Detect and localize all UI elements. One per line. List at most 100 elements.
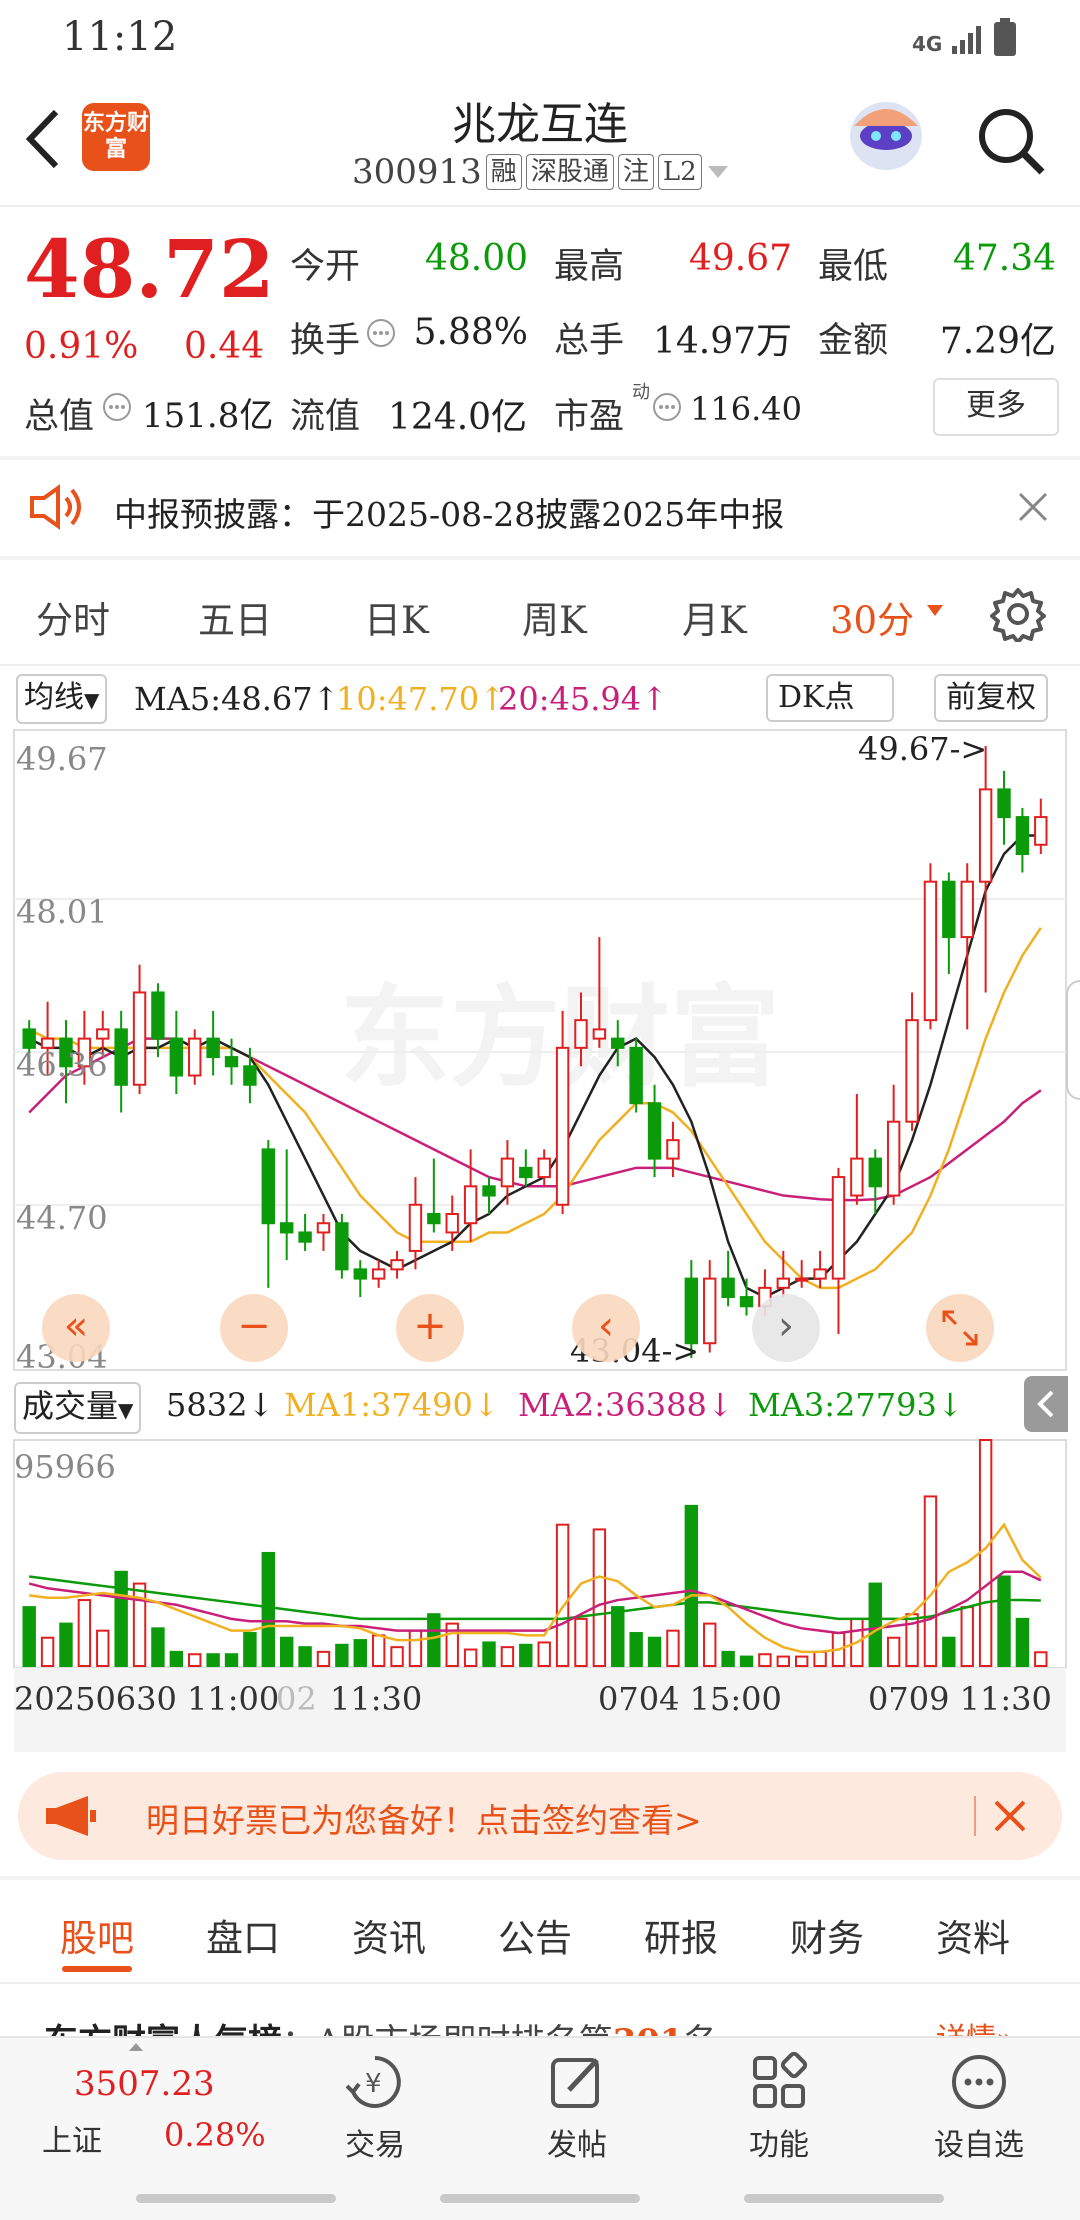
volume-ma3: MA3:27793↓ [748,1386,964,1424]
time-label: 0704 15:00 [598,1680,782,1718]
zoom-out-button[interactable]: − [220,1294,288,1362]
promo-banner[interactable]: 明日好票已为您备好！点击签约查看> [18,1772,1062,1860]
tab-profile[interactable]: 资料 [936,1908,1010,1962]
speaker-icon [30,484,81,530]
nav-trade[interactable]: ¥ 交易 [322,2052,428,2164]
candle-body [886,1120,901,1197]
tab-research[interactable]: 研报 [644,1908,718,1962]
detail-link[interactable]: 详情» [936,2014,1014,2036]
candle-body [942,880,956,939]
candle-body [776,1277,791,1289]
tab-announcements[interactable]: 公告 [498,1908,572,1962]
tab-intraday[interactable]: 分时 [36,590,110,644]
time-label: 20250630 11:00 [14,1680,280,1718]
high-label: 最高 [554,247,625,287]
candle-body [243,1065,257,1086]
tab-news[interactable]: 资讯 [352,1908,426,1962]
y-tick-label: 48.01 [16,893,108,931]
volume-bar [335,1643,349,1667]
scroll-left-fast-button[interactable]: « [42,1294,110,1362]
time-label: 0709 11:30 [868,1680,1052,1718]
volume-bar [997,1575,1011,1668]
volume-ma1: MA1:37490↓ [284,1386,500,1424]
volume-bar [813,1650,827,1667]
ma-selector[interactable]: 均线▼ [16,674,108,724]
candle-body [335,1222,349,1271]
info-icon[interactable] [366,318,396,348]
close-icon[interactable] [992,1798,1028,1834]
volume-bar [371,1634,386,1668]
candle-body [831,1176,846,1280]
volume-bar [408,1629,423,1667]
fullscreen-button[interactable] [926,1294,994,1362]
gesture-pill [136,2194,336,2203]
close-icon[interactable] [1016,490,1050,524]
gesture-pill [440,2194,640,2203]
tab-forum[interactable]: 股吧 [60,1908,134,1962]
candle-body [390,1259,404,1271]
dk-point-button[interactable]: DK点 [766,674,894,722]
candle-body [206,1037,220,1059]
section-divider [0,556,1080,560]
candle-body [114,1028,128,1086]
nav-watchlist[interactable]: 设自选 [926,2052,1032,2164]
popularity-title: 东方财富人气榜 [44,2022,282,2036]
low-value: 47.34 [952,238,1056,279]
tab-financials[interactable]: 财务 [790,1908,864,1962]
candle-body [445,1213,459,1234]
system-gesture-bar [0,2176,1080,2220]
tab-30min[interactable]: 30分 [830,590,914,644]
volume-bar [721,1650,735,1667]
search-icon[interactable] [976,106,1048,178]
collapse-panel-button[interactable] [1024,1376,1068,1432]
chevron-left-icon [1037,1390,1054,1418]
tab-daily-k[interactable]: 日K [364,590,429,644]
index-value[interactable]: 3507.23 [74,2064,215,2104]
nav-post-label: 发帖 [547,2128,607,2163]
notice-text[interactable]: 中报预披露：于2025-08-28披露2025年中报 [114,488,784,536]
pe-value: 116.40 [690,390,802,428]
robot-avatar-icon[interactable] [846,96,926,180]
candle-body [519,1166,533,1179]
nav-functions[interactable]: 功能 [726,2051,832,2164]
nav-post[interactable]: 发帖 [524,2052,630,2164]
stock-code-row[interactable]: 300913 融 深股通 注 L2 [352,152,730,192]
candle-body [132,991,147,1086]
adjust-button[interactable]: 前复权 [934,674,1048,722]
volume-bar [703,1622,717,1667]
divider [0,1982,1080,1984]
volume-bar [1015,1617,1030,1667]
candle-body [997,788,1011,819]
tab-orderbook[interactable]: 盘口 [206,1908,280,1962]
info-icon[interactable] [652,392,682,422]
candle-body [978,788,993,883]
scroll-left-button[interactable]: ‹ [572,1294,640,1362]
volume-bar [794,1655,809,1668]
volume-selector[interactable]: 成交量▼ [14,1382,142,1434]
side-collapse-edge[interactable] [1066,980,1080,1100]
candle-body [794,1277,809,1282]
volume-chart[interactable] [0,1438,1080,1668]
candle-body [574,1019,588,1049]
volume-bar [188,1653,202,1667]
gear-icon[interactable] [990,586,1046,642]
volume-bar [169,1650,184,1667]
more-button[interactable]: 更多 [933,378,1059,436]
high-value: 49.67 [688,238,792,279]
info-icon[interactable] [102,392,132,422]
tab-weekly-k[interactable]: 周K [522,590,587,644]
zoom-in-button[interactable]: + [396,1294,464,1362]
tab-five-day[interactable]: 五日 [198,590,272,644]
popularity-tail: 名 [684,2022,718,2036]
volume-bar [886,1636,901,1667]
popularity-row[interactable]: 东方财富人气榜：A股市场即时排名第301名 详情» [44,2010,1044,2036]
divider [974,1796,976,1836]
tab-monthly-k[interactable]: 月K [682,590,747,644]
edit-icon [551,2058,599,2108]
svg-text:¥: ¥ [365,2069,382,2099]
candle-body [555,1046,570,1206]
volume-bar [960,1606,974,1668]
scroll-right-button[interactable]: › [752,1294,820,1362]
candlestick-chart[interactable]: 东方财富 49.6748.0146.3644.7043.04 [0,726,1080,1372]
volume-bar [739,1655,754,1668]
